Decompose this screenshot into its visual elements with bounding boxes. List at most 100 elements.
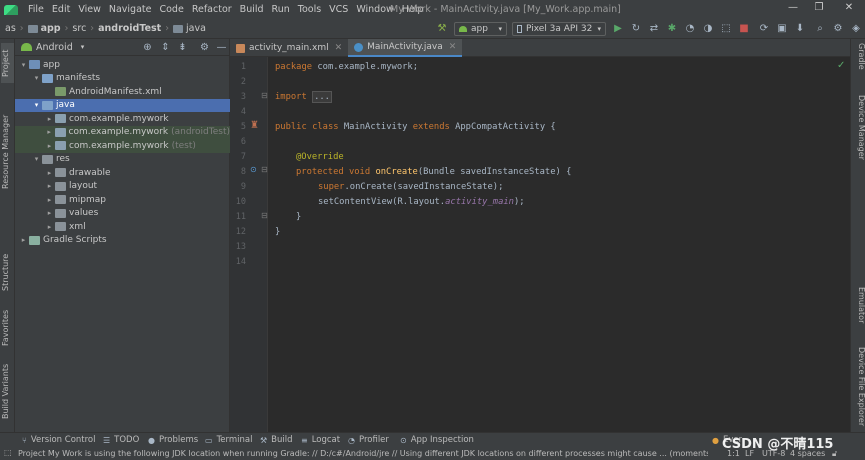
menu-refactor[interactable]: Refactor bbox=[188, 4, 236, 15]
tree-item[interactable]: ▸ xml bbox=[15, 220, 230, 234]
favorites-tool-tab[interactable]: Favorites bbox=[1, 305, 14, 351]
breadcrumb-androidtest[interactable]: androidTest bbox=[98, 23, 161, 34]
hammer-icon[interactable]: ⚒ bbox=[436, 23, 448, 35]
tree-item[interactable]: ▸ com.example.mywork (test) bbox=[15, 139, 230, 153]
chevron-right-icon[interactable]: ▸ bbox=[45, 196, 54, 204]
chevron-right-icon[interactable]: ▸ bbox=[45, 115, 54, 123]
chevron-right-icon[interactable]: ▸ bbox=[19, 236, 28, 244]
fold-marker-icon[interactable]: ⊟ bbox=[261, 165, 268, 174]
device-dropdown[interactable]: Pixel 3a API 32 ▾ bbox=[512, 22, 606, 36]
chevron-down-icon[interactable]: ▾ bbox=[32, 74, 41, 82]
maximize-button[interactable]: ❐ bbox=[808, 2, 830, 16]
tree-item[interactable]: ▾ java bbox=[15, 98, 230, 112]
code-editor[interactable]: package com.example.mywork; import ... p… bbox=[268, 57, 834, 432]
menu-navigate[interactable]: Navigate bbox=[105, 4, 156, 15]
stop-icon[interactable]: ■ bbox=[738, 23, 750, 35]
tree-item[interactable]: ▸ Gradle Scripts bbox=[15, 234, 230, 248]
device-file-explorer-tool-tab[interactable]: Device File Explorer bbox=[853, 347, 865, 429]
emulator-tool-tab[interactable]: Emulator bbox=[853, 287, 865, 333]
breadcrumb-src[interactable]: src bbox=[72, 23, 86, 34]
class-run-marker-icon[interactable]: ♜ bbox=[250, 120, 259, 131]
menu-build[interactable]: Build bbox=[236, 4, 268, 15]
tab-mainactivity-java[interactable]: MainActivity.java ✕ bbox=[348, 39, 463, 57]
close-window-button[interactable]: ✕ bbox=[838, 2, 860, 16]
locate-icon[interactable]: ⊕ bbox=[142, 42, 153, 53]
device-manager-tool-tab[interactable]: Device Manager bbox=[853, 95, 865, 175]
chevron-down-icon[interactable]: ▾ bbox=[32, 155, 41, 163]
structure-tool-tab[interactable]: Structure bbox=[1, 247, 14, 297]
chevron-down-icon[interactable]: ▾ bbox=[32, 101, 41, 109]
status-message[interactable]: Project My Work is using the following J… bbox=[18, 449, 708, 458]
override-marker-icon[interactable]: ⊙ bbox=[250, 165, 257, 174]
fold-marker-icon[interactable]: ⊟ bbox=[261, 91, 268, 100]
build-variants-tool-tab[interactable]: Build Variants bbox=[1, 361, 14, 421]
tree-item[interactable]: ▾ manifests bbox=[15, 72, 230, 86]
tab-activity-main-xml[interactable]: activity_main.xml ✕ bbox=[230, 39, 348, 57]
project-view-dropdown[interactable]: Android ▾ bbox=[21, 42, 84, 53]
editor-scrollbar[interactable]: ✓ bbox=[834, 57, 850, 432]
device-manager-icon[interactable]: ▣ bbox=[776, 23, 788, 35]
breadcrumb-app[interactable]: app bbox=[41, 23, 61, 34]
run-icon[interactable]: ▶ bbox=[612, 23, 624, 35]
close-icon[interactable]: ✕ bbox=[335, 43, 343, 53]
menu-code[interactable]: Code bbox=[155, 4, 187, 15]
tree-item[interactable]: ▸ com.example.mywork bbox=[15, 112, 230, 126]
sync-gradle-icon[interactable]: ⟳ bbox=[758, 23, 770, 35]
version-control-tab[interactable]: ⑂ Version Control bbox=[22, 435, 96, 445]
tree-item[interactable]: ▸ drawable bbox=[15, 166, 230, 180]
attach-debugger-icon[interactable]: ⬚ bbox=[720, 23, 732, 35]
todo-tab[interactable]: ☰ TODO bbox=[103, 435, 139, 445]
chevron-right-icon[interactable]: ▸ bbox=[45, 142, 54, 150]
tree-item[interactable]: ▸ com.example.mywork (androidTest) bbox=[15, 125, 230, 139]
profiler-tab[interactable]: ◔ Profiler bbox=[348, 435, 389, 445]
build-tab[interactable]: ⚒ Build bbox=[260, 435, 293, 445]
settings-icon[interactable]: ⚙ bbox=[832, 23, 844, 35]
run-config-dropdown[interactable]: app ▾ bbox=[454, 22, 507, 36]
expand-all-icon[interactable]: ⇕ bbox=[160, 42, 171, 53]
breadcrumb-java[interactable]: java bbox=[186, 23, 206, 34]
problems-tab[interactable]: ● Problems bbox=[148, 435, 198, 445]
profile-icon[interactable]: ◑ bbox=[702, 23, 714, 35]
folded-imports[interactable]: ... bbox=[312, 91, 332, 103]
apply-code-icon[interactable]: ⇄ bbox=[648, 23, 660, 35]
menu-file[interactable]: File bbox=[24, 4, 48, 15]
fold-end-marker-icon[interactable]: ⊟ bbox=[261, 211, 268, 220]
no-problems-check-icon[interactable]: ✓ bbox=[837, 60, 845, 71]
tree-item[interactable]: ▾ app bbox=[15, 58, 230, 72]
menu-run[interactable]: Run bbox=[268, 4, 294, 15]
gradle-tool-tab[interactable]: Gradle bbox=[853, 43, 865, 83]
project-tool-tab[interactable]: Project bbox=[1, 43, 14, 83]
minimize-button[interactable]: — bbox=[782, 2, 804, 16]
hide-panel-icon[interactable]: — bbox=[216, 42, 227, 53]
menu-vcs[interactable]: VCS bbox=[325, 4, 352, 15]
tree-item[interactable]: ▸ layout bbox=[15, 180, 230, 194]
collapse-all-icon[interactable]: ⇟ bbox=[177, 42, 188, 53]
terminal-tab[interactable]: ▭ Terminal bbox=[205, 435, 252, 445]
chevron-right-icon[interactable]: ▸ bbox=[45, 128, 54, 136]
logcat-tab[interactable]: ≡ Logcat bbox=[301, 435, 340, 445]
tree-item[interactable]: AndroidManifest.xml bbox=[15, 85, 230, 99]
chevron-right-icon[interactable]: ▸ bbox=[45, 169, 54, 177]
menu-edit[interactable]: Edit bbox=[48, 4, 74, 15]
status-expand-icon[interactable]: ⬚ bbox=[4, 448, 12, 457]
sdk-manager-icon[interactable]: ⬇ bbox=[794, 23, 806, 35]
apply-changes-icon[interactable]: ↻ bbox=[630, 23, 642, 35]
coverage-icon[interactable]: ◔ bbox=[684, 23, 696, 35]
tree-item[interactable]: ▸ mipmap bbox=[15, 193, 230, 207]
search-icon[interactable]: ⌕ bbox=[814, 23, 826, 35]
update-icon[interactable]: ◈ bbox=[850, 23, 862, 35]
tree-item[interactable]: ▸ values bbox=[15, 207, 230, 221]
chevron-right-icon[interactable]: ▸ bbox=[45, 223, 54, 231]
menu-tools[interactable]: Tools bbox=[294, 4, 325, 15]
app-inspection-tab[interactable]: ⊙ App Inspection bbox=[400, 435, 474, 445]
chevron-right-icon[interactable]: ▸ bbox=[45, 209, 54, 217]
close-icon[interactable]: ✕ bbox=[449, 42, 457, 52]
chevron-down-icon[interactable]: ▾ bbox=[19, 61, 28, 69]
tree-item[interactable]: ▾ res bbox=[15, 153, 230, 167]
gear-icon[interactable]: ⚙ bbox=[199, 42, 210, 53]
breadcrumb-root[interactable]: as bbox=[5, 23, 16, 34]
resource-manager-tool-tab[interactable]: Resource Manager bbox=[1, 97, 14, 207]
menu-view[interactable]: View bbox=[74, 4, 105, 15]
debug-icon[interactable]: ✱ bbox=[666, 23, 678, 35]
chevron-right-icon[interactable]: ▸ bbox=[45, 182, 54, 190]
